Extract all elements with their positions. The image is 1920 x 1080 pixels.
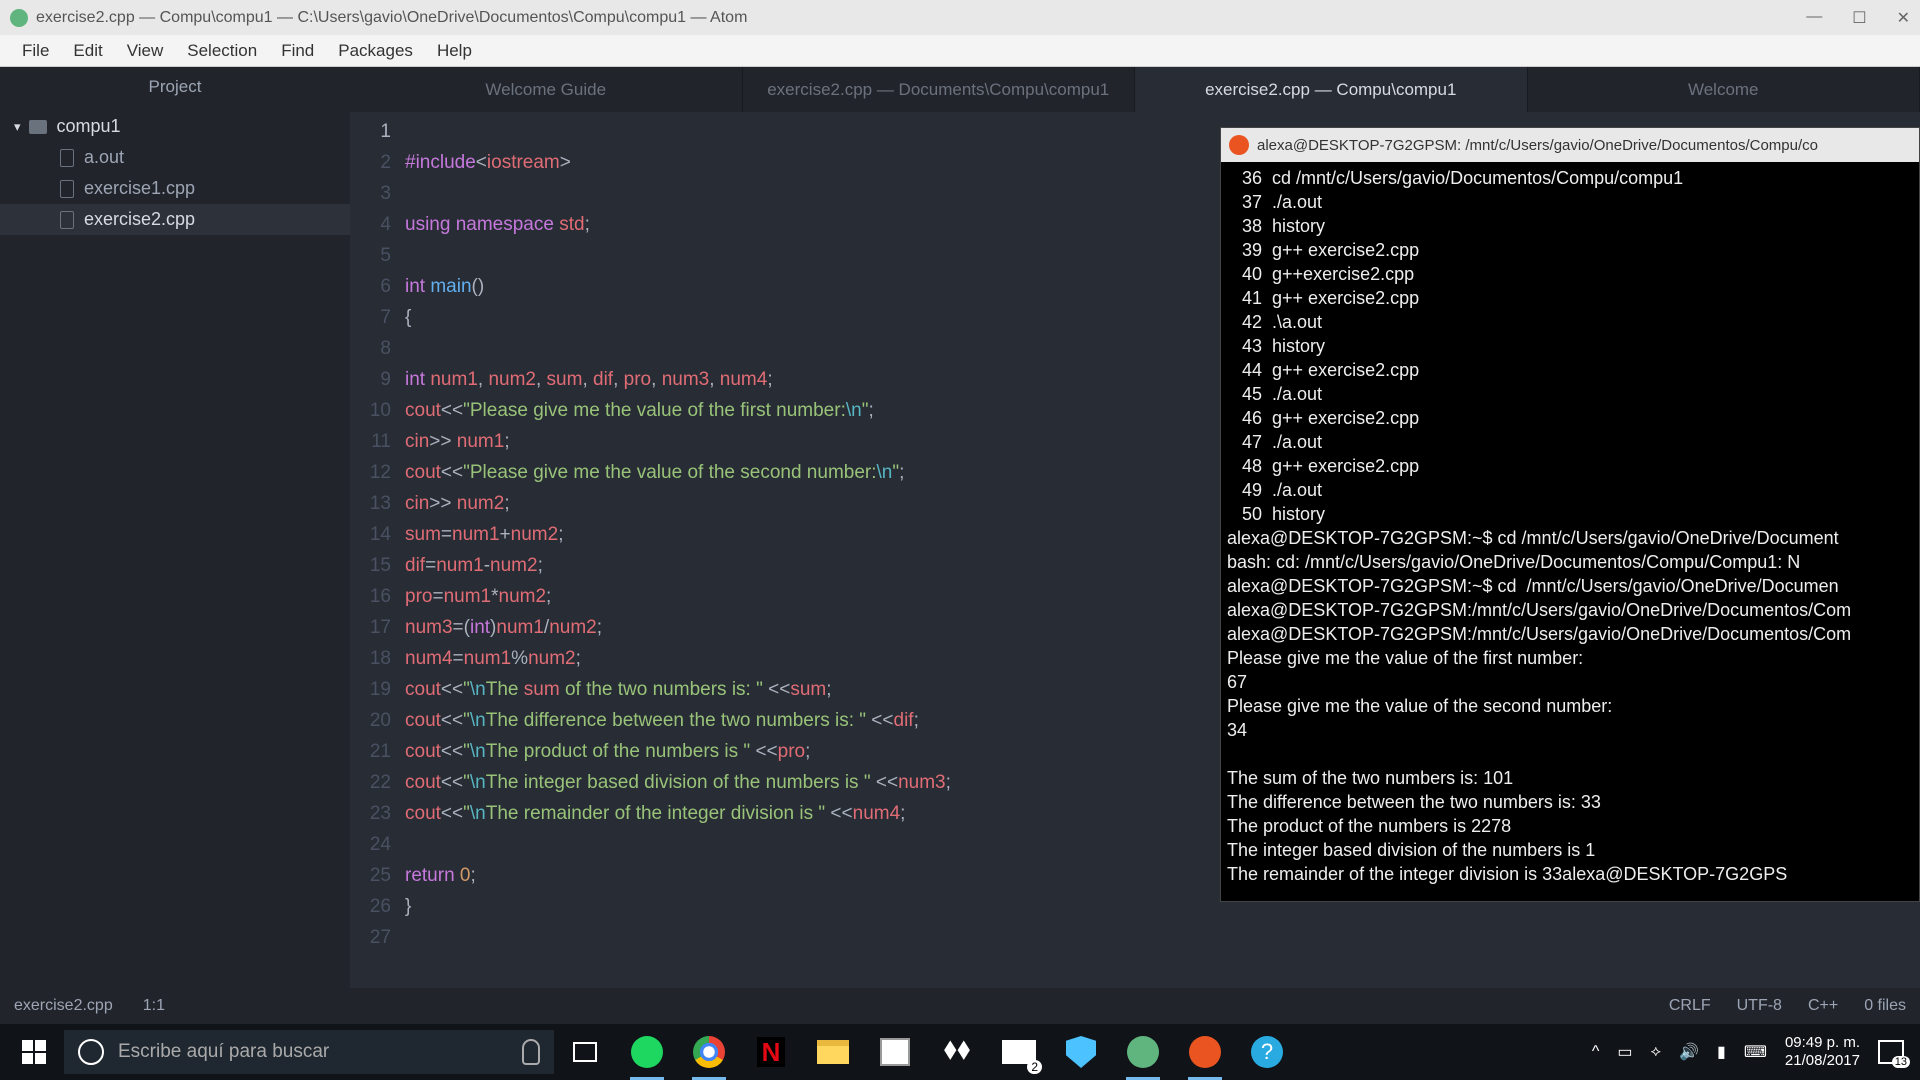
taskbar-app-defender[interactable] <box>1050 1024 1112 1080</box>
file-icon <box>60 211 74 229</box>
taskbar-app-atom[interactable] <box>1112 1024 1174 1080</box>
sidebar-title: Project <box>0 67 350 107</box>
taskbar-app-mail[interactable]: 2 <box>988 1024 1050 1080</box>
status-cursor-pos[interactable]: 1:1 <box>143 997 165 1015</box>
chrome-icon <box>693 1036 725 1068</box>
file-label: a.out <box>84 147 124 168</box>
terminal-output: 36 cd /mnt/c/Users/gavio/Documentos/Comp… <box>1221 162 1919 890</box>
taskbar-app-explorer[interactable] <box>802 1024 864 1080</box>
menu-bar: File Edit View Selection Find Packages H… <box>0 35 1920 67</box>
status-files[interactable]: 0 files <box>1864 997 1906 1015</box>
folder-icon <box>817 1040 849 1064</box>
taskbar-search[interactable]: Escribe aquí para buscar <box>64 1030 554 1074</box>
taskbar-app-help[interactable]: ? <box>1236 1024 1298 1080</box>
windows-taskbar: Escribe aquí para buscar N ⬧⬧ 2 ? ^ ▭ ⟡ … <box>0 1024 1920 1080</box>
spotify-icon <box>631 1036 663 1068</box>
menu-file[interactable]: File <box>10 37 61 65</box>
file-label: exercise2.cpp <box>84 209 195 230</box>
tree-file-aout[interactable]: a.out <box>0 142 350 173</box>
tray-keyboard-icon[interactable]: ⌨ <box>1744 1042 1767 1062</box>
file-icon <box>60 149 74 167</box>
taskbar-clock[interactable]: 09:49 p. m. 21/08/2017 <box>1785 1034 1860 1070</box>
netflix-icon: N <box>757 1037 785 1067</box>
folder-icon <box>29 120 47 134</box>
status-bar: exercise2.cpp 1:1 CRLF UTF-8 C++ 0 files <box>0 988 1920 1024</box>
maximize-button[interactable]: ☐ <box>1852 8 1866 28</box>
menu-view[interactable]: View <box>115 37 176 65</box>
dropbox-icon: ⬧⬧ <box>941 1038 973 1066</box>
status-encoding[interactable]: UTF-8 <box>1737 997 1782 1015</box>
tray-wifi-icon[interactable]: ⟡ <box>1651 1043 1662 1061</box>
close-button[interactable]: ✕ <box>1897 8 1910 28</box>
menu-help[interactable]: Help <box>425 37 484 65</box>
cortana-icon <box>78 1039 104 1065</box>
minimize-button[interactable]: — <box>1806 8 1822 28</box>
mail-badge: 2 <box>1027 1060 1042 1074</box>
terminal-window[interactable]: alexa@DESKTOP-7G2GPSM: /mnt/c/Users/gavi… <box>1220 127 1920 902</box>
line-gutter: 1234567891011121314151617181920212223242… <box>350 112 405 988</box>
tray-volume-icon[interactable]: 🔊 <box>1679 1042 1699 1062</box>
taskbar-app-chrome[interactable] <box>678 1024 740 1080</box>
taskbar-app-netflix[interactable]: N <box>740 1024 802 1080</box>
tree-file-exercise2[interactable]: exercise2.cpp <box>0 204 350 235</box>
tree-file-exercise1[interactable]: exercise1.cpp <box>0 173 350 204</box>
tab-exercise2-documents[interactable]: exercise2.cpp — Documents\Compu\compu1 <box>743 67 1136 112</box>
status-eol[interactable]: CRLF <box>1669 997 1711 1015</box>
taskbar-app-dropbox[interactable]: ⬧⬧ <box>926 1024 988 1080</box>
task-view-icon <box>573 1042 597 1062</box>
tab-exercise2-compu[interactable]: exercise2.cpp — Compu\compu1 <box>1135 67 1528 112</box>
store-icon <box>880 1038 910 1066</box>
tab-welcome[interactable]: Welcome <box>1528 67 1920 112</box>
microphone-icon[interactable] <box>522 1039 540 1065</box>
window-title: exercise2.cpp — Compu\compu1 — C:\Users\… <box>36 9 747 27</box>
ubuntu-icon <box>1229 135 1249 155</box>
search-placeholder: Escribe aquí para buscar <box>118 1041 329 1063</box>
atom-icon <box>10 9 28 27</box>
ubuntu-app-icon <box>1189 1036 1221 1068</box>
terminal-titlebar[interactable]: alexa@DESKTOP-7G2GPSM: /mnt/c/Users/gavi… <box>1221 128 1919 162</box>
status-filename[interactable]: exercise2.cpp <box>14 997 113 1015</box>
system-tray: ^ ▭ ⟡ 🔊 ▮ ⌨ 09:49 p. m. 21/08/2017 13 <box>1592 1034 1916 1070</box>
taskbar-app-ubuntu[interactable] <box>1174 1024 1236 1080</box>
tab-welcome-guide[interactable]: Welcome Guide <box>350 67 743 112</box>
menu-selection[interactable]: Selection <box>175 37 269 65</box>
taskbar-app-spotify[interactable] <box>616 1024 678 1080</box>
tree-folder-root[interactable]: ▾ compu1 <box>0 111 350 142</box>
notifications-badge: 13 <box>1892 1056 1910 1068</box>
start-button[interactable] <box>4 1024 64 1080</box>
tray-battery-icon[interactable]: ▮ <box>1717 1042 1726 1062</box>
atom-app-icon <box>1127 1036 1159 1068</box>
window-titlebar: exercise2.cpp — Compu\compu1 — C:\Users\… <box>0 0 1920 35</box>
tray-display-icon[interactable]: ▭ <box>1617 1042 1632 1062</box>
clock-time: 09:49 p. m. <box>1785 1034 1860 1052</box>
chevron-down-icon: ▾ <box>14 119 21 135</box>
tab-bar: Welcome Guide exercise2.cpp — Documents\… <box>350 67 1920 112</box>
windows-logo-icon <box>22 1040 46 1064</box>
status-language[interactable]: C++ <box>1808 997 1838 1015</box>
file-icon <box>60 180 74 198</box>
folder-label: compu1 <box>57 116 121 137</box>
tray-chevron-up-icon[interactable]: ^ <box>1592 1043 1600 1061</box>
shield-icon <box>1066 1036 1096 1068</box>
menu-packages[interactable]: Packages <box>326 37 425 65</box>
menu-find[interactable]: Find <box>269 37 326 65</box>
clock-date: 21/08/2017 <box>1785 1052 1860 1070</box>
menu-edit[interactable]: Edit <box>61 37 114 65</box>
help-icon: ? <box>1251 1036 1283 1068</box>
notifications-button[interactable]: 13 <box>1878 1040 1904 1064</box>
project-sidebar: Project ▾ compu1 a.out exercise1.cpp exe… <box>0 67 350 988</box>
terminal-title: alexa@DESKTOP-7G2GPSM: /mnt/c/Users/gavi… <box>1257 137 1818 154</box>
task-view-button[interactable] <box>554 1024 616 1080</box>
file-label: exercise1.cpp <box>84 178 195 199</box>
taskbar-app-store[interactable] <box>864 1024 926 1080</box>
